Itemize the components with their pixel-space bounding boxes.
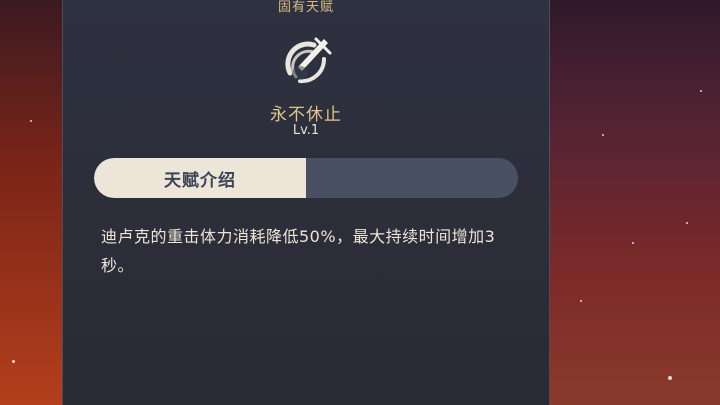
- background-star: [686, 222, 688, 224]
- talent-category-label: 固有天赋: [277, 0, 334, 15]
- background-star: [632, 242, 634, 244]
- background-star: [12, 360, 15, 363]
- background-star: [580, 300, 582, 302]
- talent-name: 永不休止: [270, 105, 342, 125]
- background-star: [700, 90, 702, 92]
- talent-detail-panel: 固有天赋 永不休止 Lv.1 天赋介绍 迪卢克的重击体力消耗降低50%，最大持续…: [62, 0, 550, 405]
- background-star: [668, 376, 672, 380]
- sword-shield-icon: [276, 33, 336, 93]
- talent-description: 迪卢克的重击体力消耗降低50%，最大持续时间增加3秒。: [101, 227, 496, 275]
- background-left: [0, 0, 62, 405]
- background-right: [550, 0, 720, 405]
- tab-talent-intro[interactable]: 天赋介绍: [94, 158, 306, 198]
- talent-tab-bar: 天赋介绍: [94, 158, 518, 198]
- background-star: [602, 134, 604, 136]
- tab-secondary[interactable]: [306, 158, 518, 198]
- talent-level: Lv.1: [292, 123, 320, 138]
- background-star: [30, 120, 32, 122]
